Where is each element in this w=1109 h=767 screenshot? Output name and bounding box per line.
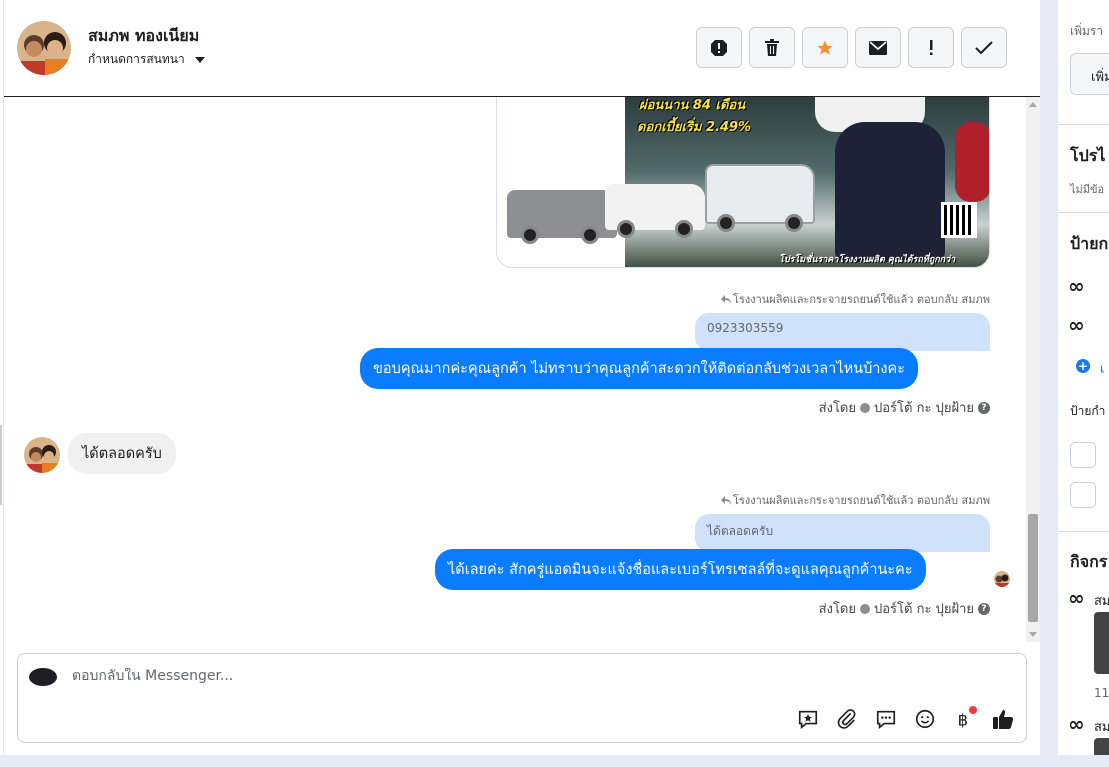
outgoing-message[interactable]: ขอบคุณมากค่ะคุณลูกค้า ไม่ทราบว่าคุณลูกค้…: [360, 348, 919, 389]
message-list[interactable]: ผ่อนนาน 84 เดือน ดอกเบี้ยเริ่ม 2.49% โปร…: [4, 97, 1026, 642]
mark-unread-button[interactable]: [855, 27, 901, 68]
composer-tools: ฿: [795, 706, 1016, 732]
page-logo: [29, 668, 57, 686]
contact-avatar[interactable]: [17, 21, 71, 75]
mark-spam-button[interactable]: [696, 27, 742, 68]
outgoing-message[interactable]: ได้เลยค่ะ สักครู่แอดมินจะแจ้งชื่อและเบอร…: [435, 549, 926, 590]
reply-reference: โรงงานผลิตและกระจายรถยนต์ใช้แล้ว ตอบกลับ…: [721, 290, 990, 308]
labels-title: ป้ายก: [1070, 234, 1109, 253]
reply-arrow-icon: [721, 495, 732, 505]
conversation-header: สมภพ ทองเนียม กำหนดการสนทนา: [4, 0, 1040, 97]
assign-label: กำหนดการสนทนา: [88, 52, 185, 66]
spam-icon: [711, 39, 727, 56]
meta-icon: ∞: [1068, 313, 1085, 337]
chat-button[interactable]: [873, 706, 899, 732]
labels-subtitle: ป้ายกำ: [1070, 404, 1106, 418]
follow-up-button[interactable]: [908, 27, 954, 68]
saved-reply-button[interactable]: [795, 706, 821, 732]
activity-thumbnail[interactable]: [1094, 738, 1109, 755]
attachment-icon: [837, 709, 856, 729]
meta-icon: ∞: [1068, 274, 1085, 298]
ad-headline-1: ผ่อนนาน 84 เดือน: [639, 98, 746, 113]
svg-text:฿: ฿: [958, 710, 969, 729]
reply-composer: ฿: [17, 653, 1027, 743]
meta-business-icon: [860, 603, 870, 614]
help-icon[interactable]: ?: [978, 401, 990, 414]
meta-icon: ∞: [1068, 586, 1085, 610]
chat-icon: [876, 710, 896, 729]
meta-business-icon: [860, 402, 870, 413]
help-icon[interactable]: ?: [978, 602, 990, 615]
assign-conversation-dropdown[interactable]: กำหนดการสนทนา: [88, 50, 205, 69]
ad-footer: โปรโมชั่นราคาโรงงานผลิต คุณได้รถที่ถูกกว…: [779, 255, 956, 265]
contact-name: สมภพ ทองเนียม: [88, 26, 200, 45]
mail-icon: [869, 40, 887, 55]
label-checkbox[interactable]: [1070, 442, 1096, 468]
seen-avatar: [994, 571, 1010, 587]
quoted-message: 0923303559: [695, 313, 990, 351]
attachment-button[interactable]: [834, 706, 860, 732]
thumbs-up-button[interactable]: [990, 706, 1016, 732]
activity-title: กิจกร: [1070, 552, 1108, 571]
add-hint: เพิ่มรา: [1070, 24, 1104, 38]
scroll-thumb[interactable]: [1028, 514, 1038, 622]
notification-dot: [969, 706, 977, 714]
thumbs-up-icon: [993, 710, 1014, 729]
payment-button[interactable]: ฿: [951, 706, 977, 732]
check-icon: [975, 40, 993, 54]
label-checkbox[interactable]: [1070, 482, 1096, 508]
profile-empty: ไม่มีข้อ: [1070, 183, 1105, 196]
conversation-pane: สมภพ ทองเนียม กำหนดการสนทนา ผ่อนนาน 84 เ…: [4, 0, 1040, 755]
add-button[interactable]: เพิ่ม: [1070, 53, 1109, 95]
qr-code: [941, 202, 977, 238]
quoted-message: ได้ตลอดครับ: [695, 514, 990, 552]
reply-input[interactable]: [72, 668, 772, 684]
sent-by-info: ส่งโดย ปอร์โต้ กะ ปุยฝ้าย ?: [819, 397, 990, 418]
profile-title: โปรไ: [1070, 146, 1106, 165]
exclamation-icon: [930, 39, 933, 55]
add-label-icon[interactable]: +: [1076, 359, 1090, 373]
incoming-message[interactable]: ได้ตลอดครับ: [68, 433, 176, 474]
meta-icon: ∞: [1068, 712, 1085, 736]
saved-reply-icon: [798, 710, 818, 729]
right-info-panel: เพิ่มรา เพิ่ม โปรไ ไม่มีข้อ ป้ายก ∞ ∞ + …: [1058, 0, 1109, 755]
sent-by-info: ส่งโดย ปอร์โต้ กะ ปุยฝ้าย ?: [819, 598, 990, 619]
star-icon: [817, 40, 833, 55]
message-scrollbar[interactable]: [1026, 97, 1040, 642]
emoji-button[interactable]: [912, 706, 938, 732]
contact-avatar-small[interactable]: [24, 437, 60, 473]
star-button[interactable]: [802, 27, 848, 68]
emoji-icon: [915, 709, 935, 729]
ad-image: ผ่อนนาน 84 เดือน ดอกเบี้ยเริ่ม 2.49% โปร…: [507, 97, 989, 267]
reply-reference: โรงงานผลิตและกระจายรถยนต์ใช้แล้ว ตอบกลับ…: [721, 491, 990, 509]
delete-button[interactable]: [749, 27, 795, 68]
mark-done-button[interactable]: [961, 27, 1007, 68]
reply-arrow-icon: [721, 294, 732, 304]
caret-down-icon: [194, 56, 205, 63]
scroll-down-arrow-icon[interactable]: [1029, 632, 1037, 637]
activity-thumbnail[interactable]: [1094, 612, 1109, 674]
ad-card[interactable]: ผ่อนนาน 84 เดือน ดอกเบี้ยเริ่ม 2.49% โปร…: [496, 97, 990, 268]
header-actions: [696, 27, 1007, 68]
scroll-up-arrow-icon[interactable]: [1029, 102, 1037, 107]
trash-icon: [765, 39, 779, 56]
ad-headline-2: ดอกเบี้ยเริ่ม 2.49%: [637, 120, 752, 135]
